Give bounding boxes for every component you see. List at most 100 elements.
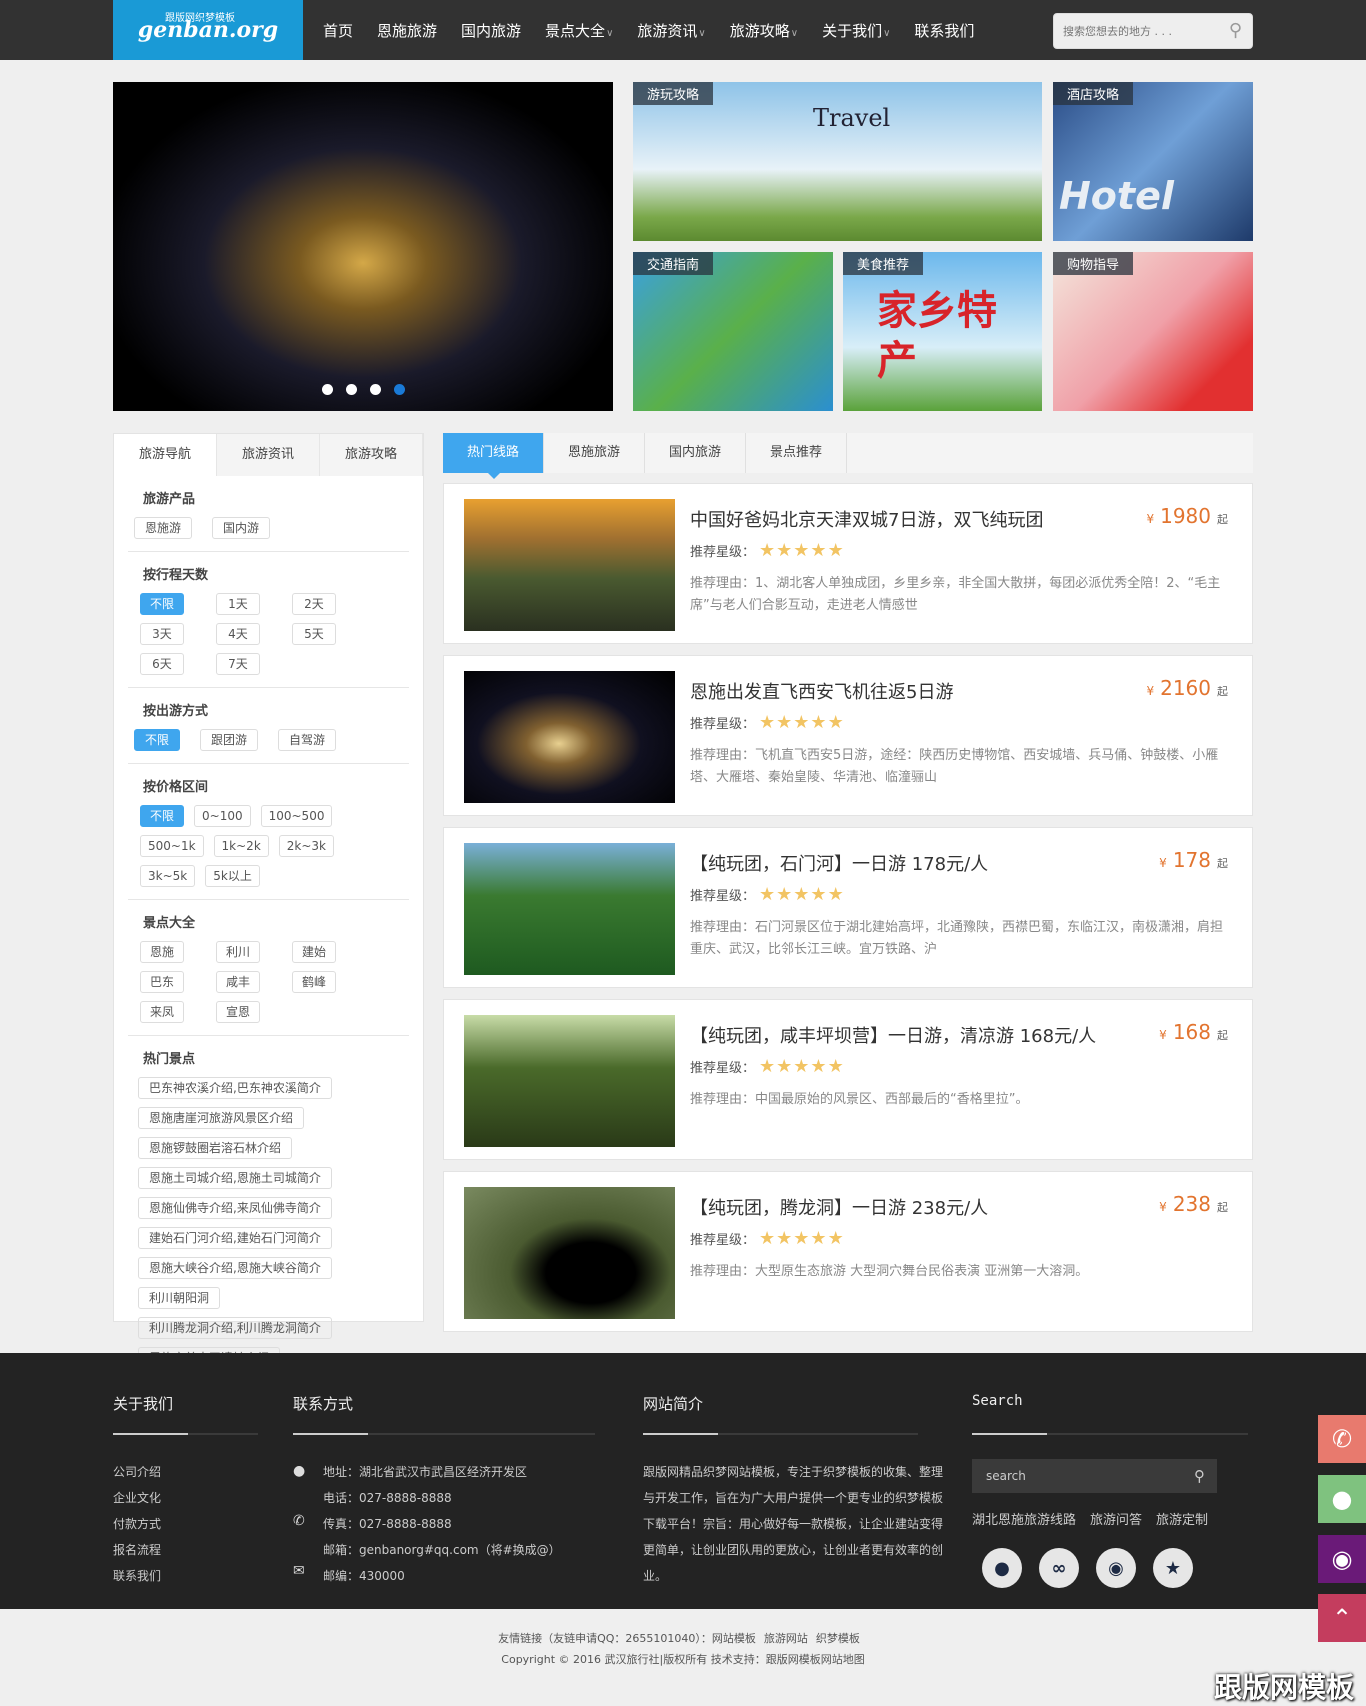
logo[interactable]: 跟版网织梦模板 genban.org bbox=[113, 0, 303, 60]
filter-tag[interactable]: 恩施大峡谷介绍,恩施大峡谷简介 bbox=[138, 1257, 332, 1279]
main-tab[interactable]: 国内旅游 bbox=[645, 433, 746, 473]
banner-slider[interactable] bbox=[113, 82, 613, 411]
footer-quick-link[interactable]: 旅游问答 bbox=[1090, 1513, 1142, 1528]
footer-link[interactable]: 公司介绍 bbox=[113, 1459, 258, 1485]
friend-link[interactable]: 旅游网站 bbox=[764, 1632, 808, 1645]
filter-tag[interactable]: 5k以上 bbox=[205, 865, 260, 887]
float-wechat-button[interactable]: ◉ bbox=[1318, 1535, 1366, 1583]
route-item[interactable]: 【纯玩团，腾龙洞】一日游 238元/人 ¥238 起推荐星级： ★★★★★ 推荐理由：大… bbox=[443, 1171, 1253, 1332]
filter-tag[interactable]: 0~100 bbox=[194, 805, 251, 827]
tile-hotel-guide[interactable]: 酒店攻略 Hotel bbox=[1053, 82, 1253, 241]
friend-link[interactable]: 织梦模板 bbox=[816, 1632, 860, 1645]
slider-dot[interactable] bbox=[321, 384, 333, 395]
footer-link[interactable]: 报名流程 bbox=[113, 1537, 258, 1563]
route-title[interactable]: 中国好爸妈北京天津双城7日游，双飞纯玩团 bbox=[690, 506, 1043, 532]
route-image[interactable] bbox=[464, 499, 675, 631]
filter-tag[interactable]: 6天 bbox=[140, 653, 184, 675]
footer-link[interactable]: 付款方式 bbox=[113, 1511, 258, 1537]
route-item[interactable]: 【纯玩团，石门河】一日游 178元/人 ¥178 起推荐星级： ★★★★★ 推荐理由：石… bbox=[443, 827, 1253, 988]
filter-tag[interactable]: 自驾游 bbox=[278, 729, 337, 751]
nav-item[interactable]: 联系我们 bbox=[914, 20, 974, 41]
filter-tag[interactable]: 利川腾龙洞介绍,利川腾龙洞简介 bbox=[138, 1317, 332, 1339]
main-tab[interactable]: 恩施旅游 bbox=[544, 433, 645, 473]
route-title[interactable]: 【纯玩团，石门河】一日游 178元/人 bbox=[690, 850, 988, 876]
nav-item[interactable]: 景点大全∨ bbox=[545, 20, 613, 41]
tile-food-guide[interactable]: 美食推荐 家乡特产 bbox=[843, 252, 1042, 411]
sidebar-tab[interactable]: 旅游资讯 bbox=[217, 434, 320, 476]
footer-link[interactable]: 企业文化 bbox=[113, 1485, 258, 1511]
footer-search-input[interactable]: search ⚲ bbox=[972, 1459, 1217, 1493]
weibo-icon[interactable]: ∞ bbox=[1039, 1548, 1079, 1588]
filter-tag[interactable]: 2天 bbox=[292, 593, 336, 615]
route-item[interactable]: 中国好爸妈北京天津双城7日游，双飞纯玩团 ¥1980 起推荐星级： ★★★★★ 推荐理由… bbox=[443, 483, 1253, 644]
route-item[interactable]: 【纯玩团，咸丰坪坝营】一日游，清凉游 168元/人 ¥168 起推荐星级： ★★★★★… bbox=[443, 999, 1253, 1160]
filter-tag[interactable]: 恩施唐崖河旅游风景区介绍 bbox=[138, 1107, 305, 1129]
slider-dot[interactable] bbox=[345, 384, 357, 395]
filter-tag[interactable]: 恩施仙佛寺介绍,来凤仙佛寺简介 bbox=[138, 1197, 332, 1219]
qzone-icon[interactable]: ★ bbox=[1153, 1548, 1193, 1588]
wechat-icon[interactable]: ◉ bbox=[1096, 1548, 1136, 1588]
sidebar-tab[interactable]: 旅游攻略 bbox=[320, 434, 423, 476]
filter-tag[interactable]: 5天 bbox=[292, 623, 336, 645]
filter-tag[interactable]: 4天 bbox=[216, 623, 260, 645]
float-qq-button[interactable]: ● bbox=[1318, 1475, 1366, 1523]
filter-tag[interactable]: 鹤峰 bbox=[292, 971, 336, 993]
filter-tag[interactable]: 不限 bbox=[134, 729, 181, 751]
route-image[interactable] bbox=[464, 843, 675, 975]
nav-item[interactable]: 旅游资讯∨ bbox=[637, 20, 705, 41]
filter-tag[interactable]: 恩施 bbox=[140, 941, 184, 963]
filter-tag[interactable]: 7天 bbox=[216, 653, 260, 675]
footer-quick-link[interactable]: 旅游定制 bbox=[1156, 1513, 1208, 1528]
filter-tag[interactable]: 巴东 bbox=[140, 971, 184, 993]
route-image[interactable] bbox=[464, 1187, 675, 1319]
back-to-top-button[interactable]: ⌃ bbox=[1318, 1594, 1366, 1642]
filter-tag[interactable]: 跟团游 bbox=[200, 729, 259, 751]
filter-tag[interactable]: 宣恩 bbox=[216, 1001, 260, 1023]
nav-item[interactable]: 首页 bbox=[323, 20, 353, 41]
qq-icon[interactable]: ● bbox=[982, 1548, 1022, 1588]
filter-tag[interactable]: 不限 bbox=[140, 593, 184, 615]
footer-link[interactable]: 联系我们 bbox=[113, 1563, 258, 1589]
filter-tag[interactable]: 1k~2k bbox=[213, 835, 269, 857]
nav-item[interactable]: 旅游攻略∨ bbox=[730, 20, 798, 41]
tile-transport-guide[interactable]: 交通指南 bbox=[633, 252, 833, 411]
filter-tag[interactable]: 巴东神农溪介绍,巴东神农溪简介 bbox=[138, 1077, 332, 1099]
route-title[interactable]: 恩施出发直飞西安飞机往返5日游 bbox=[690, 678, 953, 704]
route-title[interactable]: 【纯玩团，咸丰坪坝营】一日游，清凉游 168元/人 bbox=[690, 1022, 1096, 1048]
sidebar-tab[interactable]: 旅游导航 bbox=[114, 434, 217, 476]
filter-tag[interactable]: 100~500 bbox=[260, 805, 333, 827]
float-phone-button[interactable]: ✆ bbox=[1318, 1415, 1366, 1463]
search-icon[interactable]: ⚲ bbox=[1194, 1459, 1205, 1493]
route-image[interactable] bbox=[464, 1015, 675, 1147]
filter-tag[interactable]: 1天 bbox=[216, 593, 260, 615]
filter-tag[interactable]: 2k~3k bbox=[278, 835, 335, 857]
filter-tag[interactable]: 国内游 bbox=[212, 517, 271, 539]
filter-tag[interactable]: 利川 bbox=[216, 941, 260, 963]
tile-play-guide[interactable]: 游玩攻略 Travel bbox=[633, 82, 1042, 241]
filter-tag[interactable]: 3天 bbox=[140, 623, 184, 645]
filter-tag[interactable]: 500~1k bbox=[140, 835, 204, 857]
search-input[interactable] bbox=[1054, 14, 1214, 48]
route-image[interactable] bbox=[464, 671, 675, 803]
main-tab[interactable]: 景点推荐 bbox=[746, 433, 847, 473]
filter-tag[interactable]: 建始石门河介绍,建始石门河简介 bbox=[138, 1227, 332, 1249]
filter-tag[interactable]: 不限 bbox=[140, 805, 184, 827]
nav-item[interactable]: 关于我们∨ bbox=[822, 20, 890, 41]
filter-tag[interactable]: 恩施游 bbox=[134, 517, 193, 539]
tile-shopping-guide[interactable]: 购物指导 bbox=[1053, 252, 1253, 411]
filter-tag[interactable]: 来凤 bbox=[140, 1001, 184, 1023]
route-item[interactable]: 恩施出发直飞西安飞机往返5日游 ¥2160 起推荐星级： ★★★★★ 推荐理由：飞机直飞… bbox=[443, 655, 1253, 816]
main-tab[interactable]: 热门线路 bbox=[443, 433, 544, 479]
slider-dot[interactable] bbox=[369, 384, 381, 395]
filter-tag[interactable]: 3k~5k bbox=[140, 865, 196, 887]
slider-dot[interactable] bbox=[393, 384, 405, 395]
search-icon[interactable]: ⚲ bbox=[1229, 20, 1242, 41]
filter-tag[interactable]: 建始 bbox=[292, 941, 336, 963]
filter-tag[interactable]: 咸丰 bbox=[216, 971, 260, 993]
footer-quick-link[interactable]: 湖北恩施旅游线路 bbox=[972, 1513, 1076, 1528]
filter-tag[interactable]: 恩施锣鼓圈岩溶石林介绍 bbox=[138, 1137, 293, 1159]
nav-item[interactable]: 国内旅游 bbox=[461, 20, 521, 41]
friend-link[interactable]: 网站模板 bbox=[712, 1632, 756, 1645]
nav-item[interactable]: 恩施旅游 bbox=[377, 20, 437, 41]
route-title[interactable]: 【纯玩团，腾龙洞】一日游 238元/人 bbox=[690, 1194, 988, 1220]
